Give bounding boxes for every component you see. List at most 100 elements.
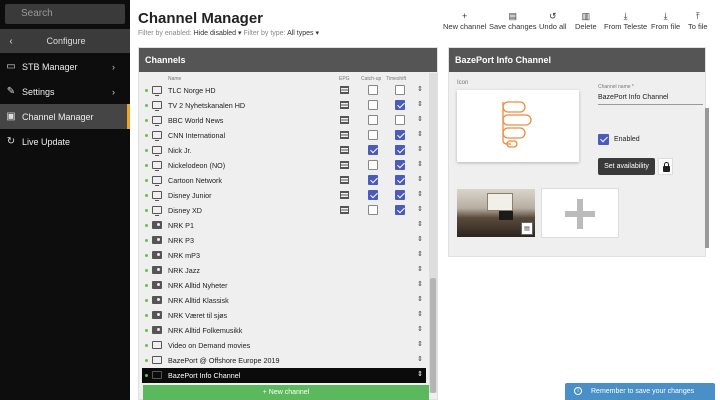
tv-icon: [152, 101, 162, 111]
undo-icon: ↺: [548, 11, 557, 21]
download-icon: ⤓: [623, 11, 628, 21]
channel-row[interactable]: NRK Været til sjøs ⇕: [142, 308, 426, 323]
sort-handle-icon[interactable]: ⇕: [417, 325, 423, 333]
channel-row[interactable]: Nick Jr. ⇕: [142, 143, 426, 158]
sort-handle-icon[interactable]: ⇕: [417, 205, 423, 213]
channel-row[interactable]: Video on Demand movies ⇕: [142, 338, 426, 353]
sort-handle-icon[interactable]: ⇕: [417, 115, 423, 123]
sort-handle-icon[interactable]: ⇕: [417, 130, 423, 138]
channel-name-input[interactable]: BazePort Info Channel: [598, 94, 703, 105]
timeshift-checkbox[interactable]: [395, 145, 405, 155]
channel-row[interactable]: Disney Junior ⇕: [142, 188, 426, 203]
sort-handle-icon[interactable]: ⇕: [417, 370, 423, 378]
add-image-button[interactable]: [541, 188, 619, 238]
channel-row[interactable]: Cartoon Network ⇕: [142, 173, 426, 188]
catchup-checkbox[interactable]: [368, 145, 378, 155]
timeshift-checkbox[interactable]: [395, 205, 405, 215]
sidebar-item-live-update[interactable]: ↻ Live Update: [0, 129, 130, 154]
enabled-checkbox[interactable]: [598, 134, 609, 145]
lock-button[interactable]: [658, 158, 673, 175]
catchup-checkbox[interactable]: [368, 190, 378, 200]
sidebar-item-stb-manager[interactable]: ▭ STB Manager ›: [0, 54, 130, 79]
timeshift-checkbox[interactable]: [395, 175, 405, 185]
channel-row[interactable]: NRK Alltid Nyheter ⇕: [142, 278, 426, 293]
channel-row[interactable]: NRK Alltid Klassisk ⇕: [142, 293, 426, 308]
tv-icon: [152, 146, 162, 156]
catchup-checkbox[interactable]: [368, 205, 378, 215]
sort-handle-icon[interactable]: ⇕: [417, 220, 423, 228]
document-icon[interactable]: ▤: [521, 222, 533, 235]
sort-handle-icon[interactable]: ⇕: [417, 310, 423, 318]
delete-button[interactable]: ▥ Delete: [575, 10, 597, 31]
lock-icon-body: [663, 166, 670, 172]
sort-handle-icon[interactable]: ⇕: [417, 175, 423, 183]
sort-handle-icon[interactable]: ⇕: [417, 280, 423, 288]
sort-handle-icon[interactable]: ⇕: [417, 190, 423, 198]
timeshift-checkbox[interactable]: [395, 160, 405, 170]
timeshift-checkbox[interactable]: [395, 190, 405, 200]
detail-scrollbar[interactable]: [705, 108, 709, 248]
search-input[interactable]: Search: [5, 4, 125, 24]
sort-handle-icon[interactable]: ⇕: [417, 355, 423, 363]
sort-handle-icon[interactable]: ⇕: [417, 160, 423, 168]
photo-monitor: [499, 211, 513, 220]
sort-handle-icon[interactable]: ⇕: [417, 235, 423, 243]
catchup-checkbox[interactable]: [368, 160, 378, 170]
configure-header[interactable]: ‹ Configure: [0, 29, 130, 53]
filter-enabled-dropdown[interactable]: Hide disabled: [194, 30, 236, 37]
channel-row[interactable]: NRK P3 ⇕: [142, 233, 426, 248]
scrollbar-thumb[interactable]: [430, 278, 436, 393]
channel-row[interactable]: BBC World News ⇕: [142, 113, 426, 128]
icon-label: Icon: [457, 80, 469, 86]
catchup-checkbox[interactable]: [368, 100, 378, 110]
sort-handle-icon[interactable]: ⇕: [417, 85, 423, 93]
timeshift-checkbox[interactable]: [395, 85, 405, 95]
channel-row[interactable]: NRK P1 ⇕: [142, 218, 426, 233]
undo-all-button[interactable]: ↺ Undo all: [539, 10, 567, 31]
channel-icon-preview[interactable]: [457, 90, 579, 162]
sort-handle-icon[interactable]: ⇕: [417, 250, 423, 258]
channel-row[interactable]: NRK mP3 ⇕: [142, 248, 426, 263]
set-availability-button[interactable]: Set availability: [598, 158, 655, 175]
channel-row[interactable]: Nickelodeon (NO) ⇕: [142, 158, 426, 173]
status-dot: [145, 359, 148, 362]
col-header-timeshift: Timeshift: [386, 76, 407, 82]
timeshift-checkbox[interactable]: [395, 115, 405, 125]
add-channel-button[interactable]: + New channel: [143, 385, 429, 400]
sort-handle-icon[interactable]: ⇕: [417, 265, 423, 273]
radio-icon: [152, 236, 162, 244]
new-channel-button[interactable]: + New channel: [443, 10, 486, 31]
channel-row[interactable]: NRK Alltid Folkemusikk ⇕: [142, 323, 426, 338]
tv-icon: [152, 131, 162, 141]
sort-handle-icon[interactable]: ⇕: [417, 145, 423, 153]
catchup-checkbox[interactable]: [368, 85, 378, 95]
sort-handle-icon[interactable]: ⇕: [417, 295, 423, 303]
sidebar-item-settings[interactable]: ✎ Settings ›: [0, 79, 130, 104]
from-teleste-button[interactable]: ⤓ From Teleste: [604, 10, 647, 31]
channel-row[interactable]: CNN International ⇕: [142, 128, 426, 143]
save-changes-button[interactable]: ▤ Save changes: [489, 10, 537, 31]
wrench-icon: ✎: [6, 86, 16, 97]
timeshift-checkbox[interactable]: [395, 130, 405, 140]
channel-row[interactable]: BazePort Info Channel ⇕: [142, 368, 426, 383]
timeshift-checkbox[interactable]: [395, 100, 405, 110]
channel-row[interactable]: Disney XD ⇕: [142, 203, 426, 218]
catchup-checkbox[interactable]: [368, 175, 378, 185]
sort-handle-icon[interactable]: ⇕: [417, 340, 423, 348]
channel-row[interactable]: TV 2 Nyhetskanalen HD ⇕: [142, 98, 426, 113]
channel-row[interactable]: NRK Jazz ⇕: [142, 263, 426, 278]
sidebar-item-channel-manager[interactable]: ▣ Channel Manager: [0, 104, 130, 129]
channel-row[interactable]: BazePort @ Offshore Europe 2019 ⇕: [142, 353, 426, 368]
status-dot: [145, 239, 148, 242]
background-image-thumbnail[interactable]: ▤: [457, 189, 535, 237]
filter-type-dropdown[interactable]: All types: [287, 30, 313, 37]
status-dot: [145, 374, 148, 377]
catchup-checkbox[interactable]: [368, 115, 378, 125]
channel-row[interactable]: TLC Norge HD ⇕: [142, 83, 426, 98]
sort-handle-icon[interactable]: ⇕: [417, 100, 423, 108]
to-file-button[interactable]: ⤒ To file: [688, 10, 708, 31]
channel-name: NRK Alltid Folkemusikk: [168, 326, 243, 335]
from-file-button[interactable]: ⤓ From file: [651, 10, 680, 31]
catchup-checkbox[interactable]: [368, 130, 378, 140]
channel-name: Nick Jr.: [168, 146, 192, 155]
